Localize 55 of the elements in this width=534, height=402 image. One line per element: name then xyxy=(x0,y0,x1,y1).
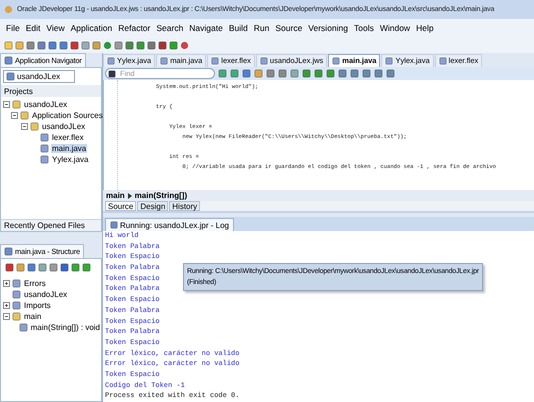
menu-item[interactable]: Window xyxy=(376,23,414,33)
file-icon xyxy=(211,56,220,65)
file-icon xyxy=(107,56,115,65)
project-icon xyxy=(6,72,15,81)
menu-item[interactable]: Versioning xyxy=(305,23,351,33)
tree-item[interactable]: usandoJLex xyxy=(23,100,68,109)
menu-item[interactable]: Application xyxy=(68,23,116,33)
collapse-toggle[interactable] xyxy=(11,112,18,119)
menu-item[interactable]: Tools xyxy=(351,23,377,33)
app-icon xyxy=(4,5,13,14)
view-tab[interactable]: History xyxy=(169,201,200,212)
tree-item[interactable]: Errors xyxy=(23,279,47,288)
collapse-toggle[interactable] xyxy=(21,123,28,130)
collapse-toggle[interactable] xyxy=(3,313,10,320)
log-tab[interactable]: Running: usandoJLex.jpr - Log xyxy=(105,218,234,232)
file-icon xyxy=(260,56,268,65)
tree-item[interactable]: usandoJLex xyxy=(23,290,68,299)
structure-icon xyxy=(4,247,13,256)
tree-item[interactable]: Yylex.java xyxy=(51,155,90,164)
menu-item[interactable]: File xyxy=(3,23,23,33)
projects-label: Projects xyxy=(4,86,33,96)
menu-item[interactable]: Run xyxy=(250,23,272,33)
expand-toggle[interactable] xyxy=(3,302,10,309)
tree-item[interactable]: main xyxy=(23,312,42,321)
tree-item[interactable]: main.java xyxy=(51,144,88,153)
file-icon xyxy=(385,56,394,65)
breadcrumb-item[interactable]: main(String[]) xyxy=(134,191,188,200)
tree-item[interactable]: usandoJLex xyxy=(41,122,86,131)
file-icon xyxy=(18,323,28,332)
menu-item[interactable]: Refactor xyxy=(115,23,154,33)
tree-item[interactable]: Application Sources xyxy=(31,111,104,120)
menu-item[interactable]: Edit xyxy=(22,23,44,33)
menu-item[interactable]: Help xyxy=(413,23,437,33)
log-icon xyxy=(110,221,118,230)
file-icon xyxy=(160,56,168,65)
file-icon xyxy=(332,56,340,65)
navigator-icon xyxy=(4,56,13,65)
tree-item[interactable]: lexer.flex xyxy=(51,133,85,142)
menu-item[interactable]: Build xyxy=(226,23,251,33)
menu-item[interactable]: Navigate xyxy=(186,23,226,33)
arrow-icon xyxy=(128,192,132,199)
menu-item[interactable]: View xyxy=(43,23,68,33)
collapse-toggle[interactable] xyxy=(3,101,10,108)
recent-files-header[interactable]: Recently Opened Files xyxy=(1,219,101,231)
folder-icon xyxy=(12,312,21,321)
menu-item[interactable]: Source xyxy=(272,23,306,33)
tree-item[interactable]: Imports xyxy=(23,301,52,310)
view-tab[interactable]: Design xyxy=(137,201,168,212)
file-icon xyxy=(438,56,447,65)
breadcrumb-item[interactable]: main xyxy=(106,191,125,200)
view-tab[interactable]: Source xyxy=(105,201,136,212)
tree-item[interactable]: main(String[]) : void xyxy=(30,323,101,332)
expand-toggle[interactable] xyxy=(3,280,10,287)
menu-item[interactable]: Search xyxy=(153,23,186,33)
project-select[interactable]: usandoJLex xyxy=(3,70,75,83)
